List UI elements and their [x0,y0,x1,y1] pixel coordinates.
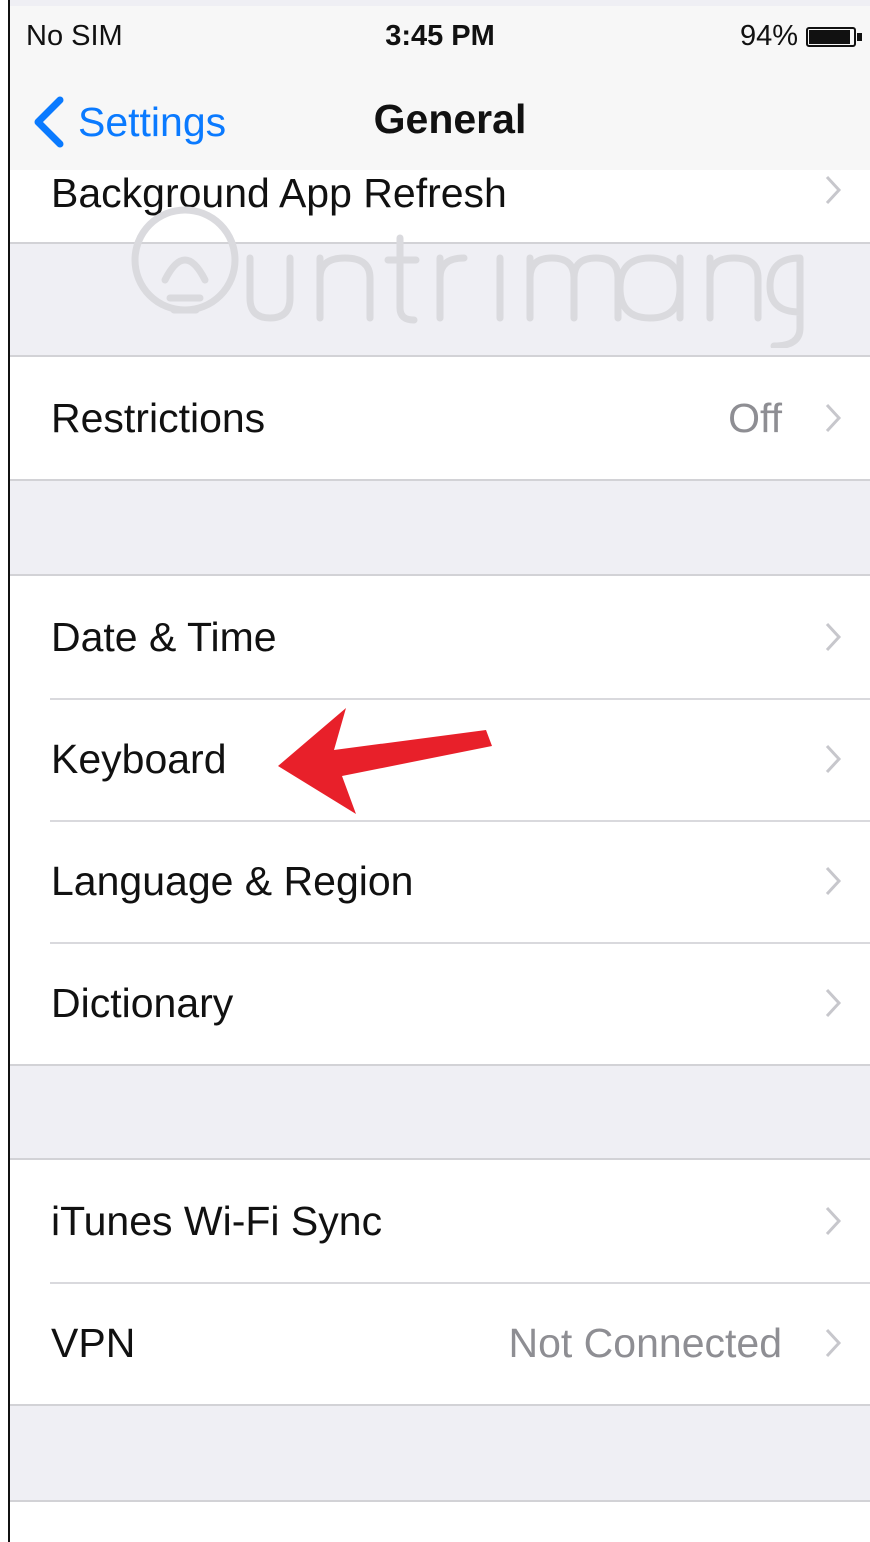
battery-fill [809,30,851,44]
back-button-label: Settings [78,98,227,145]
battery-percent-label: 94% [739,20,798,52]
chevron-right-icon [825,744,842,774]
chevron-right-icon [825,866,842,896]
battery-tip [857,33,862,41]
arrow-left-icon [278,708,492,814]
row-label: Restrictions [51,394,266,441]
row-value: Off [728,394,782,441]
row-label: Dictionary [51,979,234,1026]
row-label: Date & Time [51,613,277,660]
chevron-right-icon [825,988,842,1018]
settings-screen: No SIM 3:45 PM 94% Settings General Back… [10,0,870,1542]
row-value: Not Connected [508,1319,782,1366]
navigation-bar: Settings General [10,66,870,184]
chevron-right-icon [825,622,842,652]
list-item-dictionary[interactable]: Dictionary [10,942,870,1064]
list-group-next [10,1500,870,1542]
row-label: Background App Refresh [51,170,507,216]
row-label: VPN [51,1319,136,1366]
chevron-right-icon [825,1328,842,1358]
chevron-right-icon [825,1206,842,1236]
list-group-refresh: Background App Refresh [10,170,870,244]
list-group-locale: Date & Time Keyboard Language & Region D… [10,574,870,1066]
chevron-right-icon [825,175,842,205]
list-item-language-region[interactable]: Language & Region [10,820,870,942]
row-label: Keyboard [51,735,227,782]
battery-icon [806,27,856,47]
list-group-restrictions: Restrictions Off [10,355,870,481]
list-group-sync: iTunes Wi-Fi Sync VPN Not Connected [10,1158,870,1406]
page-title: General [373,96,527,142]
row-label: Language & Region [51,857,414,904]
row-label: iTunes Wi-Fi Sync [51,1197,383,1244]
chevron-left-icon [34,96,64,148]
back-button[interactable]: Settings [30,92,226,152]
list-item-itunes-wifi-sync[interactable]: iTunes Wi-Fi Sync [10,1160,870,1282]
list-item-background-app-refresh[interactable]: Background App Refresh [10,170,870,242]
list-item-restrictions[interactable]: Restrictions Off [10,357,870,479]
status-bar: No SIM 3:45 PM 94% [10,6,870,66]
list-item-vpn[interactable]: VPN Not Connected [10,1282,870,1404]
chevron-right-icon [825,403,842,433]
list-item-date-time[interactable]: Date & Time [10,576,870,698]
